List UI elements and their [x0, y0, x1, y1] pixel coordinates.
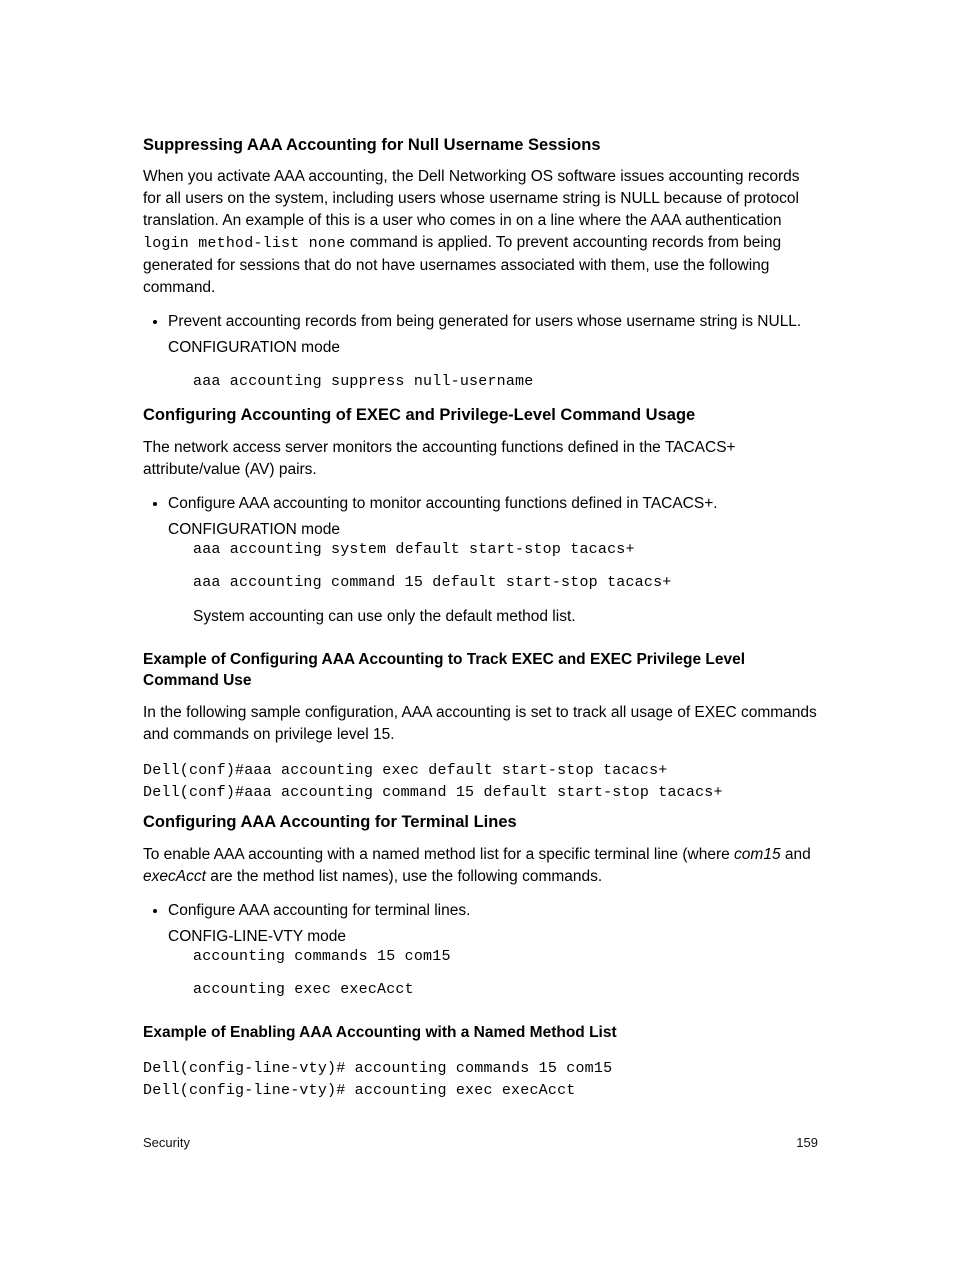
note-text: System accounting can use only the defau…	[193, 606, 818, 628]
section-heading-exec-priv: Configuring Accounting of EXEC and Privi…	[143, 404, 818, 426]
example-code-block: Dell(config-line-vty)# accounting comman…	[143, 1058, 818, 1102]
section-heading-terminal-lines: Configuring AAA Accounting for Terminal …	[143, 811, 818, 833]
list-item: Configure AAA accounting to monitor acco…	[168, 493, 818, 629]
command-code: accounting exec execAcct	[193, 979, 818, 1001]
bullet-text: Configure AAA accounting for terminal li…	[168, 902, 470, 919]
page-content: Suppressing AAA Accounting for Null User…	[0, 0, 954, 1102]
example-code-block: Dell(conf)#aaa accounting exec default s…	[143, 760, 818, 804]
bullet-list: Prevent accounting records from being ge…	[143, 311, 818, 393]
example-heading: Example of Enabling AAA Accounting with …	[143, 1023, 818, 1044]
bullet-text: Configure AAA accounting to monitor acco…	[168, 495, 718, 512]
example-intro: In the following sample configuration, A…	[143, 702, 818, 746]
list-item: Prevent accounting records from being ge…	[168, 311, 818, 393]
command-code: accounting commands 15 com15	[193, 946, 818, 968]
para-text: and	[781, 846, 811, 863]
inline-code: login method-list none	[143, 235, 345, 252]
command-code: aaa accounting system default start-stop…	[193, 539, 818, 561]
emphasis-text: execAcct	[143, 868, 206, 885]
para-text: When you activate AAA accounting, the De…	[143, 168, 800, 229]
bullet-list: Configure AAA accounting for terminal li…	[143, 900, 818, 1002]
mode-label: CONFIGURATION mode	[168, 519, 818, 541]
para-text: are the method list names), use the foll…	[206, 868, 602, 885]
para-text: To enable AAA accounting with a named me…	[143, 846, 734, 863]
page-footer: Security 159	[0, 1135, 954, 1150]
section-paragraph: When you activate AAA accounting, the De…	[143, 166, 818, 298]
section-paragraph: To enable AAA accounting with a named me…	[143, 844, 818, 888]
footer-left: Security	[143, 1135, 190, 1150]
list-item: Configure AAA accounting for terminal li…	[168, 900, 818, 1002]
example-heading: Example of Configuring AAA Accounting to…	[143, 650, 818, 692]
emphasis-text: com15	[734, 846, 781, 863]
bullet-list: Configure AAA accounting to monitor acco…	[143, 493, 818, 629]
command-code: aaa accounting command 15 default start-…	[193, 572, 818, 594]
section-heading-suppressing: Suppressing AAA Accounting for Null User…	[143, 134, 818, 156]
command-code: aaa accounting suppress null-username	[193, 371, 818, 393]
mode-label: CONFIG-LINE-VTY mode	[168, 926, 818, 948]
section-paragraph: The network access server monitors the a…	[143, 437, 818, 481]
mode-label: CONFIGURATION mode	[168, 337, 818, 359]
bullet-text: Prevent accounting records from being ge…	[168, 313, 801, 330]
footer-page-number: 159	[796, 1135, 818, 1150]
